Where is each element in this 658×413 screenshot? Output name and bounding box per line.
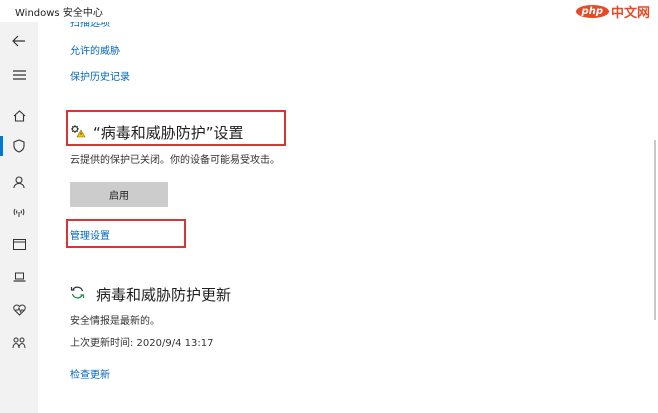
scan-options-link[interactable]: 扫描选项 <box>70 22 110 30</box>
scrollbar[interactable] <box>654 140 656 320</box>
protection-history-link[interactable]: 保护历史记录 <box>70 68 130 83</box>
device-laptop-icon[interactable] <box>11 269 27 285</box>
cloud-protection-status: 云提供的保护已关闭。你的设备可能易受攻击。 <box>70 155 280 166</box>
settings-section-title: “病毒和威胁防护”设置 <box>93 124 244 142</box>
wifi-signal-icon[interactable] <box>11 204 27 220</box>
active-indicator <box>0 136 3 156</box>
window-title: Windows 安全中心 <box>15 8 103 19</box>
home-icon[interactable] <box>11 108 27 124</box>
family-options-icon[interactable] <box>11 335 27 351</box>
watermark-logo: php 中文网 <box>575 1 650 21</box>
watermark-badge: php <box>575 4 609 18</box>
enable-button[interactable]: 启用 <box>70 182 168 207</box>
account-person-icon[interactable] <box>11 174 27 190</box>
hamburger-menu-icon[interactable] <box>11 67 27 83</box>
watermark-text: 中文网 <box>610 5 650 21</box>
security-intelligence-status: 安全情报是最新的。 <box>70 316 160 327</box>
last-update-time: 上次更新时间: 2020/9/4 13:17 <box>70 338 214 349</box>
back-arrow-icon[interactable] <box>11 33 27 49</box>
main-content: 扫描选项 允许的威胁 保护历史记录 “病毒和威胁防护”设置 云提供的保护已关闭。… <box>38 22 658 413</box>
updates-section-title: 病毒和威胁防护更新 <box>96 286 232 304</box>
shield-icon[interactable] <box>11 138 27 154</box>
app-browser-icon[interactable] <box>11 236 27 252</box>
device-health-heart-icon[interactable] <box>11 302 27 318</box>
title-bar: Windows 安全中心 php 中文网 <box>0 0 658 22</box>
check-updates-link[interactable]: 检查更新 <box>70 366 110 381</box>
update-refresh-icon <box>70 285 86 301</box>
sidebar <box>0 22 38 413</box>
allowed-threats-link[interactable]: 允许的威胁 <box>70 42 120 57</box>
manage-settings-link[interactable]: 管理设置 <box>70 227 110 242</box>
settings-gear-warning-icon <box>70 123 86 139</box>
